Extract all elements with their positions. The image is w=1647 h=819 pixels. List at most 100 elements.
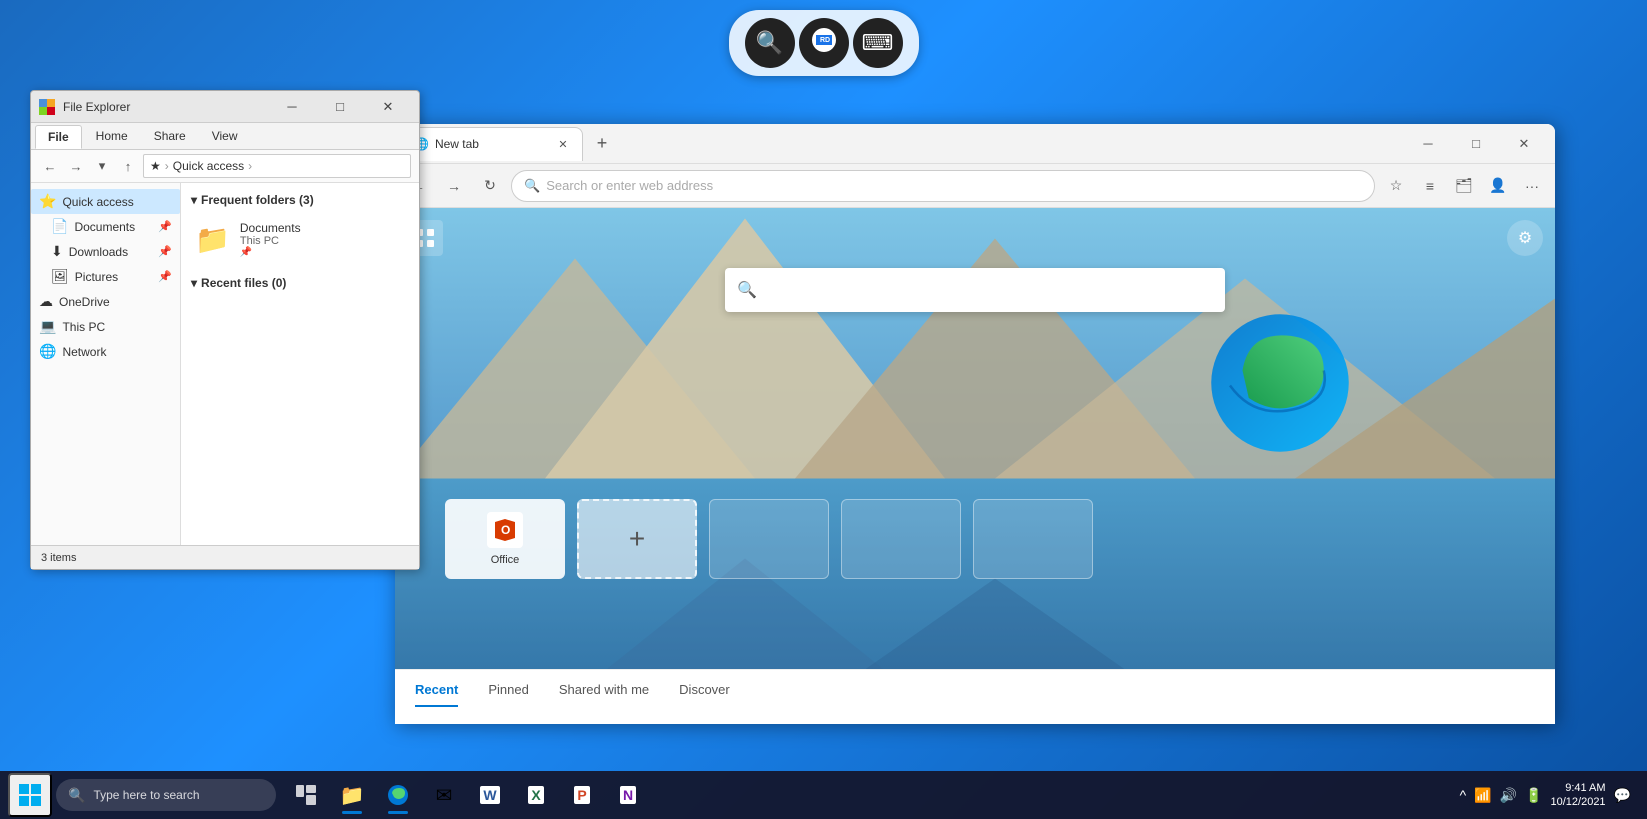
close-button[interactable]: ✕ — [365, 91, 411, 123]
tab-close-button[interactable]: ✕ — [554, 135, 572, 153]
status-bar: 3 items — [31, 545, 419, 569]
tab-view[interactable]: View — [200, 125, 250, 149]
keyboard-icon: ⌨ — [862, 30, 894, 56]
up-button[interactable]: ↑ — [117, 155, 139, 177]
quicklink-office[interactable]: O Office — [445, 499, 565, 579]
taskbar-search[interactable]: 🔍 Type here to search — [56, 779, 276, 811]
edge-window-controls: ─ □ ✕ — [1405, 128, 1547, 160]
documents-icon: 📄 — [51, 218, 68, 235]
taskbar-onenote[interactable]: N — [606, 773, 650, 817]
tab-file[interactable]: File — [35, 125, 82, 149]
edge-maximize-button[interactable]: □ — [1453, 128, 1499, 160]
zoom-icon: 🔍 — [756, 30, 783, 56]
taskbar-notification[interactable]: 💬 — [1614, 787, 1631, 804]
tab-discover[interactable]: Discover — [679, 682, 730, 705]
tab-home[interactable]: Home — [84, 125, 140, 149]
taskbar-battery-icon[interactable]: 🔋 — [1525, 787, 1542, 804]
maximize-button[interactable]: □ — [317, 91, 363, 123]
edge-navbar: ← → ↻ 🔍 Search or enter web address ☆ ≡ … — [395, 164, 1555, 208]
quicklink-empty-3 — [973, 499, 1093, 579]
tab-pinned[interactable]: Pinned — [488, 682, 528, 705]
this-pc-icon: 💻 — [39, 318, 56, 335]
network-icon: 🌐 — [39, 343, 56, 360]
edge-refresh-button[interactable]: ↻ — [475, 171, 505, 201]
svg-text:O: O — [501, 523, 510, 537]
remote-button[interactable]: RD — [799, 18, 849, 68]
tab-recent[interactable]: Recent — [415, 682, 458, 707]
edge-close-button[interactable]: ✕ — [1501, 128, 1547, 160]
address-bar: ← → ▾ ↑ ★ › Quick access › — [31, 150, 419, 183]
edge-browser-window: 🌐 New tab ✕ + ─ □ ✕ ← → ↻ 🔍 Search or en… — [395, 124, 1555, 724]
taskbar-word[interactable]: W — [468, 773, 512, 817]
downloads-icon: ⬇ — [51, 243, 63, 260]
ribbon: File Home Share View — [31, 123, 419, 150]
back-button[interactable]: ← — [39, 155, 61, 177]
taskbar-excel[interactable]: X — [514, 773, 558, 817]
svg-text:RD: RD — [820, 37, 830, 44]
page-settings-button[interactable]: ⚙ — [1507, 220, 1543, 256]
recent-files-header[interactable]: ▾ Recent files (0) — [191, 276, 409, 290]
keyboard-button[interactable]: ⌨ — [853, 18, 903, 68]
collections-button[interactable]: ≡ — [1415, 171, 1445, 201]
quicklink-empty-2 — [841, 499, 961, 579]
sidebar-item-downloads[interactable]: ⬇ Downloads 📌 — [31, 239, 180, 264]
frequent-folders-label: Frequent folders (3) — [201, 193, 314, 207]
recent-files-label: Recent files (0) — [201, 276, 286, 290]
sidebar-label-downloads: Downloads — [69, 245, 128, 259]
collapse-icon: ▾ — [191, 193, 197, 207]
address-placeholder: Search or enter web address — [546, 178, 713, 193]
sidebar-item-pictures[interactable]: 🖼 Pictures 📌 — [31, 264, 180, 289]
tab-share[interactable]: Share — [142, 125, 198, 149]
search-box[interactable]: 🔍 — [725, 268, 1225, 312]
quicklink-add[interactable]: + — [577, 499, 697, 579]
taskbar-right: ^ 📶 🔊 🔋 9:41 AM 10/12/2021 💬 — [1460, 781, 1639, 810]
collections2-button[interactable]: 🗂 — [1449, 171, 1479, 201]
frequent-folders-header[interactable]: ▾ Frequent folders (3) — [191, 193, 409, 207]
file-explorer-titlebar: File Explorer ─ □ ✕ — [31, 91, 419, 123]
floating-toolbar: 🔍 RD ⌨ — [729, 10, 919, 76]
sidebar-item-network[interactable]: 🌐 Network — [31, 339, 180, 364]
folder-info: Documents This PC 📌 — [240, 221, 301, 258]
forward-button[interactable]: → — [65, 155, 87, 177]
more-button[interactable]: ··· — [1517, 171, 1547, 201]
edge-tab-new[interactable]: 🌐 New tab ✕ — [403, 127, 583, 161]
taskbar-powerpoint[interactable]: P — [560, 773, 604, 817]
favorites-button[interactable]: ☆ — [1381, 171, 1411, 201]
taskbar-chevron[interactable]: ^ — [1460, 787, 1467, 803]
search-input[interactable] — [765, 282, 1213, 298]
mail-icon: ✉ — [436, 783, 453, 808]
minimize-button[interactable]: ─ — [269, 91, 315, 123]
profile-button[interactable]: 👤 — [1483, 171, 1513, 201]
sidebar-item-quick-access[interactable]: ⭐ Quick access — [31, 189, 180, 214]
search-icon: 🔍 — [524, 178, 540, 194]
sidebar-item-onedrive[interactable]: ☁ OneDrive — [31, 289, 180, 314]
taskbar-mail[interactable]: ✉ — [422, 773, 466, 817]
zoom-button[interactable]: 🔍 — [745, 18, 795, 68]
taskbar-volume-icon[interactable]: 🔊 — [1500, 787, 1517, 804]
taskbar-network-icon[interactable]: 📶 — [1474, 787, 1491, 804]
taskbar-task-view[interactable] — [284, 773, 328, 817]
breadcrumb-path: Quick access — [173, 159, 244, 173]
pin-documents: 📌 — [158, 220, 172, 233]
ribbon-tabs: File Home Share View — [31, 123, 419, 149]
edge-taskbar-icon — [387, 784, 409, 806]
start-button[interactable] — [8, 773, 52, 817]
recent-button[interactable]: ▾ — [91, 155, 113, 177]
taskbar-search-icon: 🔍 — [68, 787, 85, 804]
tab-shared[interactable]: Shared with me — [559, 682, 649, 705]
taskbar-file-explorer[interactable]: 📁 — [330, 773, 374, 817]
address-bar[interactable]: 🔍 Search or enter web address — [511, 170, 1375, 202]
collapse-recent-icon: ▾ — [191, 276, 197, 290]
new-tab-button[interactable]: + — [587, 129, 617, 159]
edge-minimize-button[interactable]: ─ — [1405, 128, 1451, 160]
powerpoint-icon: P — [574, 786, 589, 804]
folder-documents[interactable]: 📁 Documents This PC 📌 — [191, 215, 409, 264]
sidebar-item-this-pc[interactable]: 💻 This PC — [31, 314, 180, 339]
taskbar-edge[interactable] — [376, 773, 420, 817]
breadcrumb[interactable]: ★ › Quick access › — [143, 154, 411, 178]
settings-icon: ⚙ — [1518, 228, 1532, 248]
edge-titlebar: 🌐 New tab ✕ + ─ □ ✕ — [395, 124, 1555, 164]
edge-forward-button[interactable]: → — [439, 171, 469, 201]
windows-icon — [19, 784, 41, 806]
sidebar-item-documents[interactable]: 📄 Documents 📌 — [31, 214, 180, 239]
